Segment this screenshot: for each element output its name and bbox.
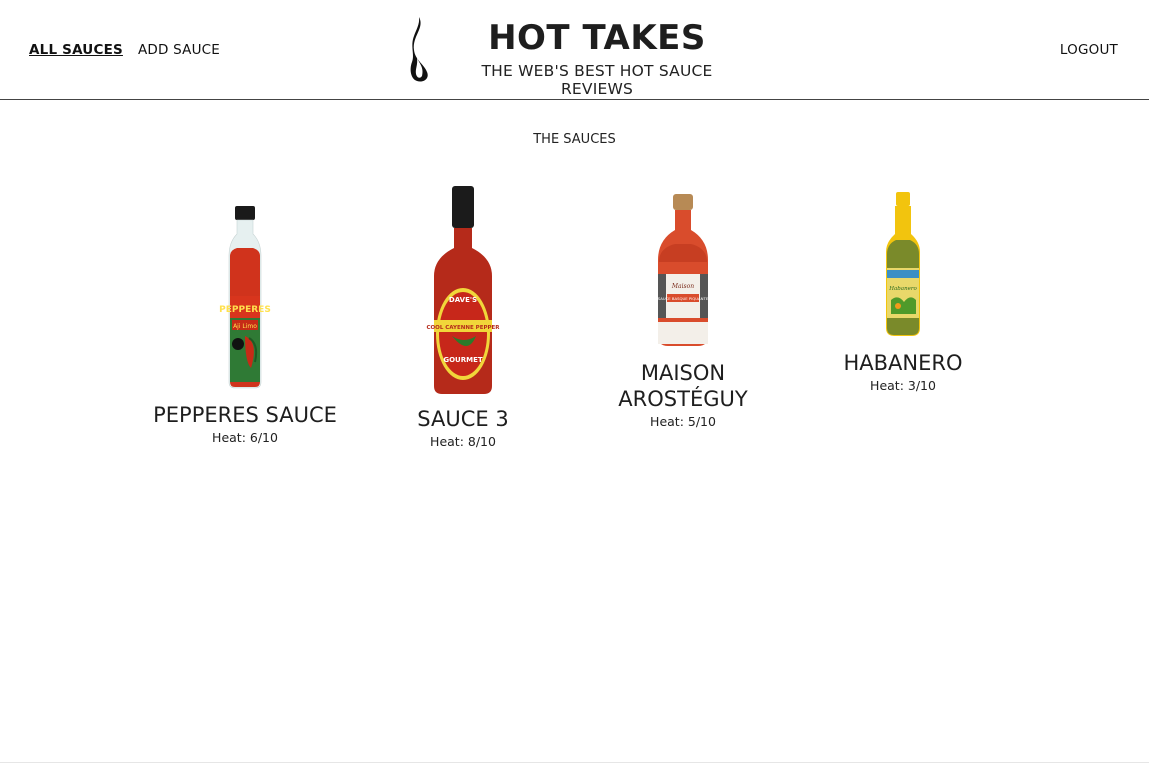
sauce-card[interactable]: Habanero HABANERO Heat: 3/10: [808, 190, 998, 393]
sauce-name: HABANERO: [843, 351, 963, 375]
sauce-heat: Heat: 3/10: [870, 378, 936, 393]
sauce-image: DAVE'S COOL CAYENNE PEPPER GOURMET: [426, 186, 500, 394]
sauce-heat: Heat: 5/10: [650, 414, 716, 429]
sauce-image: Habanero: [886, 192, 920, 336]
site-subtitle: THE WEB'S BEST HOT SAUCE REVIEWS: [481, 62, 713, 98]
sauce-name: PEPPERES SAUCE: [153, 403, 337, 427]
sauce-label-text: PEPPERES: [219, 305, 271, 315]
svg-text:Maison: Maison: [671, 283, 694, 290]
sauce-label-text: GOURMET: [443, 356, 483, 364]
sauce-label-text: Habanero: [888, 286, 917, 292]
nav-add-sauce-link[interactable]: ADD SAUCE: [138, 42, 220, 58]
sauce-image: PEPPERES Aji Limo: [219, 206, 271, 389]
sauce-name: MAISON AROSTÉGUY: [618, 361, 748, 411]
sauce-name: SAUCE 3: [417, 407, 509, 431]
site-title: HOT TAKES: [488, 18, 706, 58]
site-header: ALL SAUCES ADD SAUCE HOT TAKES THE WEB'S…: [0, 0, 1149, 100]
page-divider: [0, 762, 1149, 763]
sauce-label-text: DAVE'S: [449, 296, 477, 304]
sauce-card[interactable]: DAVE'S COOL CAYENNE PEPPER GOURMET SAUCE…: [368, 186, 558, 449]
sauce-heat: Heat: 6/10: [212, 430, 278, 445]
sauce-image: Maison SAUCE BASQUE PIQUANTE: [658, 194, 709, 346]
sauce-label-text: COOL CAYENNE PEPPER: [426, 325, 500, 331]
nav-all-sauces-link[interactable]: ALL SAUCES: [29, 42, 123, 58]
sauce-card[interactable]: PEPPERES Aji Limo PEPPERES SAUCE Heat: 6…: [150, 186, 340, 445]
sauce-label-text: Aji Limo: [233, 323, 257, 330]
logout-link[interactable]: LOGOUT: [1060, 42, 1118, 58]
sauces-section-title: THE SAUCES: [533, 132, 616, 147]
flame-icon[interactable]: [408, 16, 432, 84]
sauce-heat: Heat: 8/10: [430, 434, 496, 449]
sauce-label-text: SAUCE BASQUE PIQUANTE: [658, 296, 709, 301]
sauce-card[interactable]: Maison SAUCE BASQUE PIQUANTE MAISON AROS…: [588, 190, 778, 429]
